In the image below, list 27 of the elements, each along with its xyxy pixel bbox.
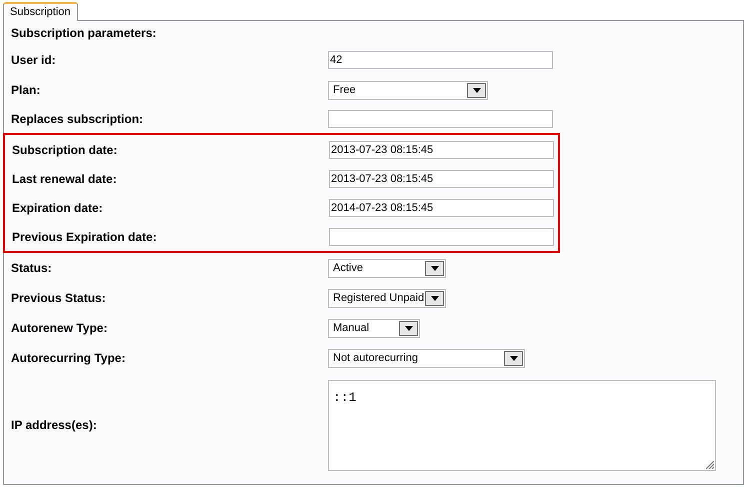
field-label: Replaces subscription: (11, 111, 144, 128)
tab[interactable]: Subscription (3, 2, 78, 21)
dropdown[interactable]: Not autorecurring (328, 348, 525, 368)
field-label: Autorenew Type: (11, 320, 108, 337)
resize-grip-icon (706, 460, 714, 468)
field-label: Status: (11, 260, 53, 277)
dropdown[interactable]: Free (328, 80, 488, 100)
text-field[interactable] (329, 228, 554, 246)
text-field[interactable]: 2013-07-23 08:15:45 (329, 170, 554, 188)
dropdown[interactable]: Registered Unpaid (328, 288, 446, 308)
field-label: Expiration date: (12, 200, 104, 216)
dropdown[interactable]: Manual (328, 318, 420, 338)
field-label: Previous Expiration date: (12, 228, 158, 246)
text-field[interactable] (328, 110, 553, 128)
field-label: Previous Status: (11, 290, 107, 307)
field-label: Last renewal date: (12, 170, 118, 188)
field-label: User id: (11, 52, 57, 69)
field-label: Plan: (11, 82, 42, 99)
section-title: Subscription parameters: (11, 25, 156, 42)
dropdown[interactable]: Active (328, 258, 446, 278)
field-label: Subscription date: (12, 142, 118, 158)
field-label: Autorecurring Type: (11, 350, 126, 367)
text-field[interactable]: 2013-07-23 08:15:45 (329, 140, 554, 158)
text-area[interactable]: ::1 (328, 380, 716, 470)
field-label: IP address(es): (11, 417, 98, 434)
text-field[interactable]: 42 (328, 51, 553, 69)
text-field[interactable]: 2014-07-23 08:15:45 (329, 198, 554, 216)
